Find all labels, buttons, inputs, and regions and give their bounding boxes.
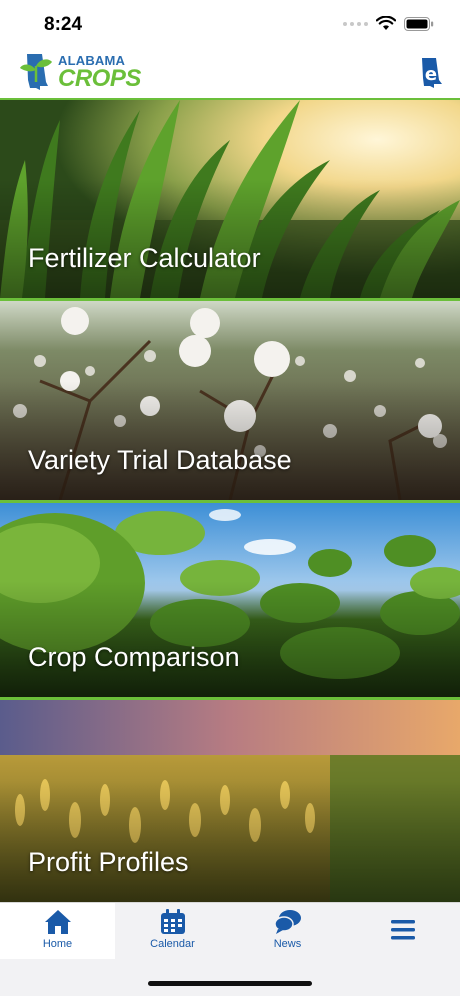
home-icon — [44, 910, 71, 934]
tile-label-fertilizer-calculator: Fertilizer Calculator — [28, 243, 261, 273]
tile-profit-profiles[interactable]: Profit Profiles — [0, 700, 460, 902]
wifi-icon — [376, 16, 396, 30]
tab-label-calendar: Calendar — [150, 938, 195, 950]
logo-text-bottom: CROPS — [58, 64, 141, 92]
battery-icon — [404, 16, 434, 31]
app-header: ALABAMA CROPS e — [0, 48, 460, 100]
tile-variety-trial-database[interactable]: Variety Trial Database — [0, 301, 460, 500]
tab-menu[interactable] — [345, 903, 460, 959]
tile-label-profit-profiles: Profit Profiles — [28, 847, 189, 877]
tile-fertilizer-calculator[interactable]: Fertilizer Calculator — [0, 100, 460, 298]
menu-icon — [390, 920, 415, 940]
extension-logo-icon[interactable]: e — [418, 56, 444, 90]
signal-icon — [343, 21, 368, 26]
status-time: 8:24 — [44, 14, 83, 35]
alabama-state-icon — [20, 54, 52, 90]
tab-news[interactable]: News — [230, 903, 345, 959]
svg-text:e: e — [425, 64, 437, 85]
tab-home[interactable]: Home — [0, 903, 115, 959]
status-icons — [343, 16, 434, 31]
home-indicator — [148, 981, 312, 986]
tile-crop-comparison[interactable]: Crop Comparison — [0, 503, 460, 697]
tab-label-news: News — [273, 938, 302, 950]
tile-label-variety-trial-database: Variety Trial Database — [28, 445, 292, 475]
status-bar: 8:24 — [0, 0, 460, 48]
tile-label-crop-comparison: Crop Comparison — [28, 642, 240, 672]
tab-label-home: Home — [42, 938, 73, 950]
news-icon — [273, 910, 301, 934]
alabama-crops-logo: ALABAMA CROPS — [18, 52, 141, 92]
tab-bar: Home Calendar News — [0, 902, 460, 996]
calendar-icon — [160, 909, 185, 934]
tab-calendar[interactable]: Calendar — [115, 903, 230, 959]
